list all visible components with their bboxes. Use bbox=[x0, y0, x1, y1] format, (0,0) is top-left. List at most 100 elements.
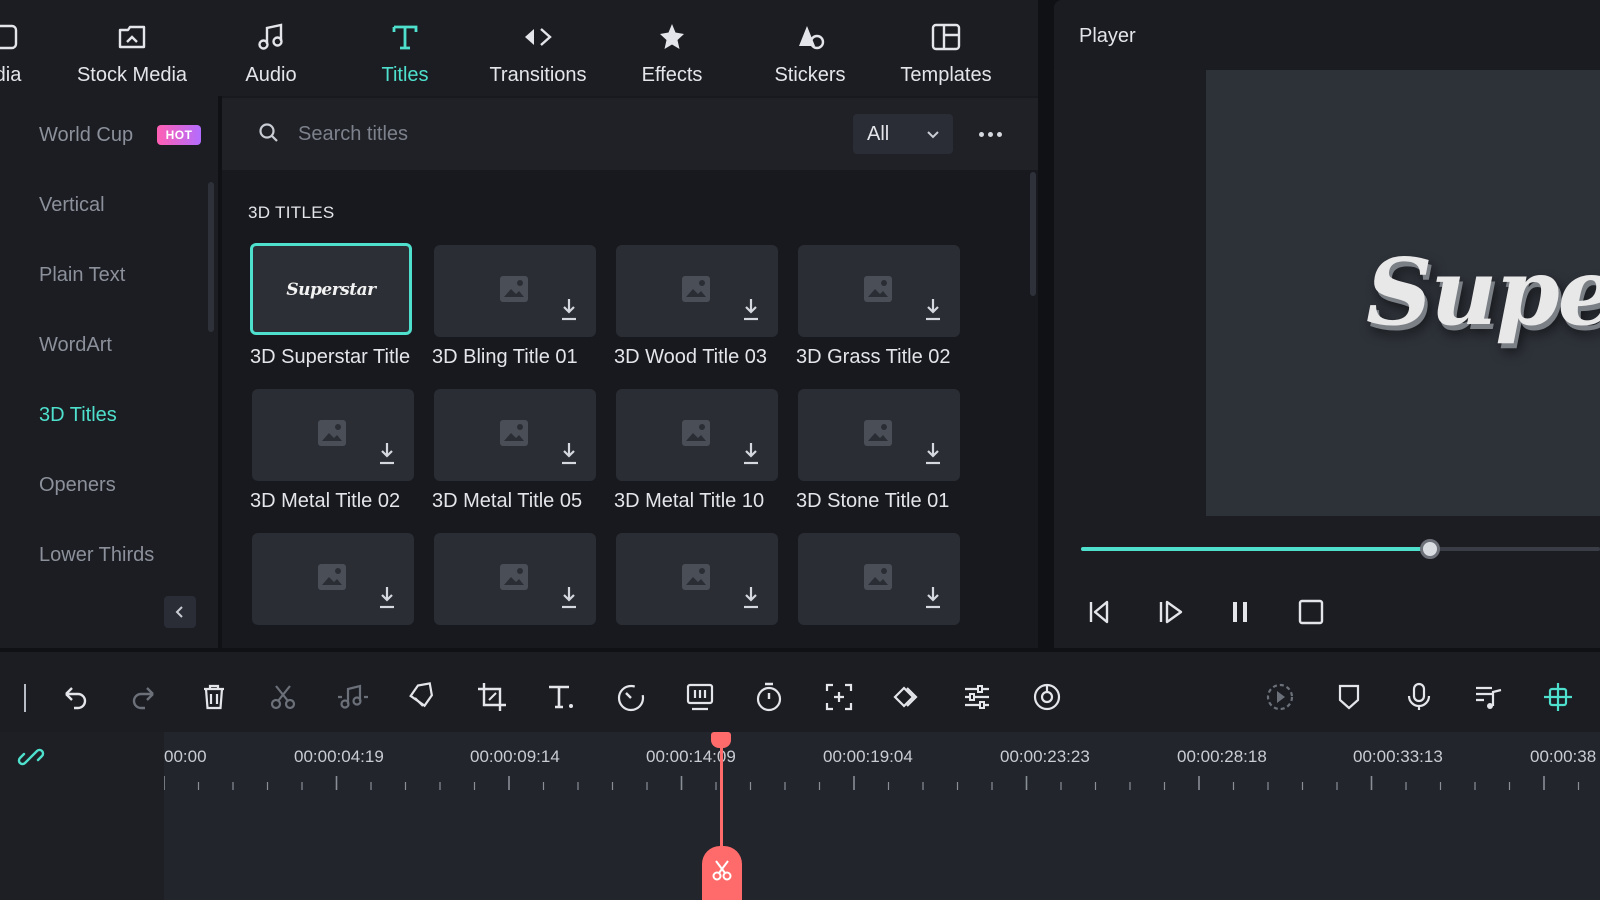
title-thumb[interactable] bbox=[798, 533, 960, 625]
image-placeholder-icon bbox=[318, 564, 346, 590]
link-icon[interactable] bbox=[16, 742, 46, 772]
title-thumb-3d-grass-02[interactable] bbox=[798, 245, 960, 337]
more-options-button[interactable] bbox=[970, 116, 1010, 152]
download-icon[interactable] bbox=[373, 439, 401, 467]
download-icon[interactable] bbox=[555, 583, 583, 611]
timestamp-label: 00:00:09:14 bbox=[470, 747, 560, 766]
tab-media[interactable]: dia bbox=[0, 0, 34, 96]
collapse-sidebar-button[interactable] bbox=[164, 596, 196, 628]
download-icon[interactable] bbox=[919, 295, 947, 323]
tab-stickers[interactable]: Stickers bbox=[772, 0, 848, 96]
title-thumb-3d-metal-05[interactable] bbox=[434, 389, 596, 481]
video-preview[interactable]: Super bbox=[1206, 70, 1600, 516]
filter-dropdown[interactable]: All bbox=[853, 114, 953, 154]
split-at-playhead-button[interactable] bbox=[702, 846, 742, 900]
title-thumb[interactable] bbox=[252, 533, 414, 625]
sidebar-item-wordart[interactable]: WordArt bbox=[39, 334, 112, 357]
stop-icon[interactable] bbox=[1295, 596, 1327, 628]
sidebar-scrollbar[interactable] bbox=[208, 182, 214, 332]
download-icon[interactable] bbox=[919, 583, 947, 611]
download-icon[interactable] bbox=[555, 439, 583, 467]
sidebar-item-plain-text[interactable]: Plain Text bbox=[39, 264, 125, 287]
sticker-shapes-icon bbox=[799, 26, 825, 50]
tag-label-icon[interactable] bbox=[405, 680, 439, 714]
snap-magnet-icon[interactable] bbox=[1541, 680, 1575, 714]
tab-transitions[interactable]: Transitions bbox=[482, 0, 594, 96]
adjust-sliders-icon[interactable] bbox=[960, 680, 994, 714]
keyframe-diamond-icon[interactable] bbox=[891, 680, 925, 714]
speed-timer-icon[interactable] bbox=[614, 680, 648, 714]
tab-effects[interactable]: Effects bbox=[636, 0, 708, 96]
timeline-ruler[interactable] bbox=[164, 776, 1600, 790]
tab-audio[interactable]: Audio bbox=[236, 0, 306, 96]
delete-trash-icon[interactable] bbox=[197, 680, 231, 714]
progress-handle[interactable] bbox=[1419, 539, 1440, 559]
redo-icon[interactable] bbox=[127, 680, 161, 714]
image-placeholder-icon bbox=[500, 420, 528, 446]
microphone-icon[interactable] bbox=[1402, 680, 1436, 714]
screen-record-icon[interactable] bbox=[683, 680, 717, 714]
audio-split-icon[interactable] bbox=[336, 680, 370, 714]
timestamp-label: 00:00:04:19 bbox=[294, 747, 384, 766]
download-icon[interactable] bbox=[737, 583, 765, 611]
audio-list-icon[interactable] bbox=[1471, 680, 1505, 714]
sidebar-item-openers[interactable]: Openers bbox=[39, 474, 116, 497]
download-icon[interactable] bbox=[919, 439, 947, 467]
download-icon[interactable] bbox=[373, 583, 401, 611]
playback-progress-bar[interactable] bbox=[1081, 539, 1600, 559]
undo-icon[interactable] bbox=[58, 680, 92, 714]
tab-titles[interactable]: Titles bbox=[370, 0, 440, 96]
image-placeholder-icon bbox=[500, 276, 528, 302]
title-thumb[interactable] bbox=[616, 533, 778, 625]
search-input[interactable] bbox=[298, 118, 818, 150]
title-thumb[interactable] bbox=[434, 533, 596, 625]
sidebar-item-world-cup[interactable]: World Cup bbox=[39, 124, 133, 147]
section-title: 3D TITLES bbox=[248, 203, 335, 222]
transitions-icon bbox=[525, 28, 552, 46]
title-label: 3D Grass Title 02 bbox=[796, 346, 951, 368]
download-icon[interactable] bbox=[737, 295, 765, 323]
more-dots-icon bbox=[978, 131, 984, 137]
previous-frame-icon[interactable] bbox=[1085, 596, 1117, 628]
sidebar-item-vertical[interactable]: Vertical bbox=[39, 194, 105, 217]
tab-templates[interactable]: Templates bbox=[896, 0, 996, 96]
title-label: 3D Metal Title 10 bbox=[614, 490, 765, 512]
title-thumb-3d-superstar[interactable]: Superstar bbox=[250, 243, 412, 335]
player-title: Player bbox=[1079, 25, 1136, 47]
title-thumb-3d-bling-01[interactable] bbox=[434, 245, 596, 337]
stopwatch-duration-icon[interactable] bbox=[752, 680, 786, 714]
toolbar-separator bbox=[24, 684, 26, 712]
image-placeholder-icon bbox=[682, 276, 710, 302]
title-thumb-3d-metal-10[interactable] bbox=[616, 389, 778, 481]
library-scrollbar[interactable] bbox=[1030, 172, 1036, 296]
media-icon bbox=[0, 24, 18, 50]
tab-transitions-label: Transitions bbox=[489, 64, 587, 86]
title-thumb-3d-metal-02[interactable] bbox=[252, 389, 414, 481]
image-placeholder-icon bbox=[682, 564, 710, 590]
crop-icon[interactable] bbox=[475, 680, 509, 714]
scissors-cut-icon[interactable] bbox=[266, 680, 300, 714]
render-preview-icon[interactable] bbox=[1263, 680, 1297, 714]
sidebar-item-lower-thirds[interactable]: Lower Thirds bbox=[39, 544, 154, 567]
image-placeholder-icon bbox=[500, 564, 528, 590]
download-icon[interactable] bbox=[555, 295, 583, 323]
download-icon[interactable] bbox=[737, 439, 765, 467]
focus-frame-icon[interactable] bbox=[822, 680, 856, 714]
title-label: 3D Stone Title 01 bbox=[796, 490, 950, 512]
title-label: 3D Metal Title 05 bbox=[432, 490, 583, 512]
music-note-icon bbox=[258, 23, 283, 50]
shield-marker-icon[interactable] bbox=[1332, 680, 1366, 714]
top-tab-bar: dia Stock Media Audio Titles Transitions bbox=[0, 0, 1038, 96]
image-placeholder-icon bbox=[864, 276, 892, 302]
playhead-handle[interactable] bbox=[711, 732, 731, 748]
pause-icon[interactable] bbox=[1224, 596, 1256, 628]
filter-value: All bbox=[867, 122, 890, 145]
sidebar-item-3d-titles[interactable]: 3D Titles bbox=[39, 404, 117, 427]
title-thumb-3d-wood-03[interactable] bbox=[616, 245, 778, 337]
text-tool-icon[interactable] bbox=[544, 680, 578, 714]
ai-circle-icon[interactable] bbox=[1030, 680, 1064, 714]
title-thumb-3d-stone-01[interactable] bbox=[798, 389, 960, 481]
timestamp-label: 00:00:19:04 bbox=[823, 747, 913, 766]
play-icon[interactable] bbox=[1155, 596, 1187, 628]
tab-stock-media[interactable]: Stock Media bbox=[76, 0, 188, 96]
